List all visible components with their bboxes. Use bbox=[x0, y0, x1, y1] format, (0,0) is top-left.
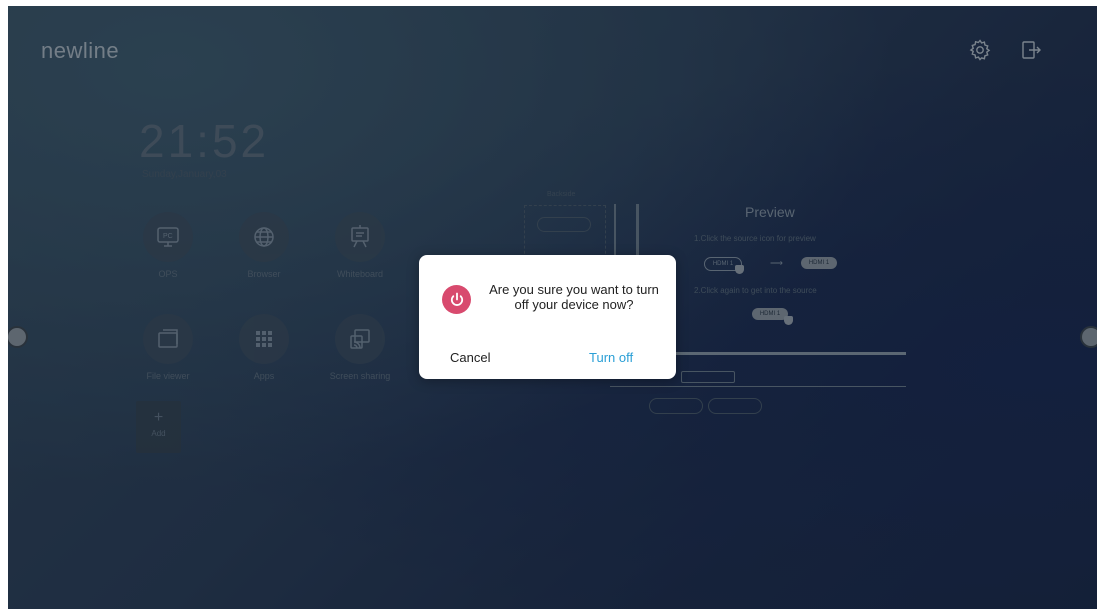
cancel-button[interactable]: Cancel bbox=[450, 350, 490, 365]
turn-off-button[interactable]: Turn off bbox=[589, 350, 633, 365]
power-off-dialog: Are you sure you want to turn off your d… bbox=[419, 255, 676, 379]
power-icon bbox=[442, 285, 471, 314]
dialog-message: Are you sure you want to turn off your d… bbox=[489, 282, 659, 312]
home-screen: newline 21:52 Sunday,January,03 PC OPS B… bbox=[8, 6, 1097, 609]
